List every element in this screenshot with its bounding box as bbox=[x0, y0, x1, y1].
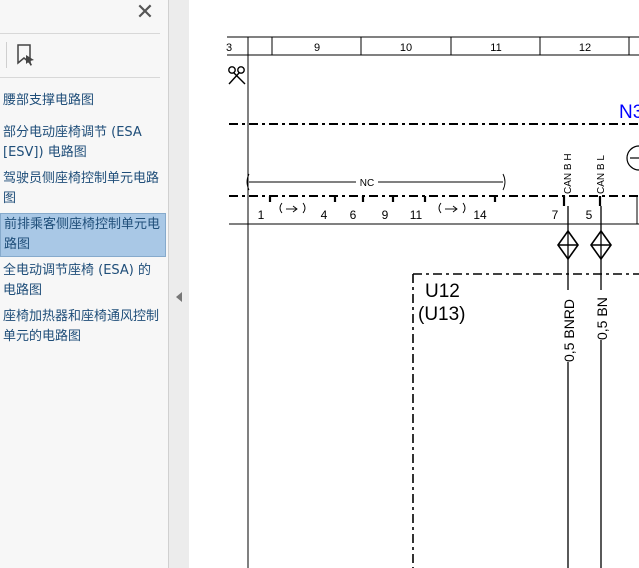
grid-number: 12 bbox=[579, 42, 591, 54]
grid-number: 3 bbox=[226, 42, 232, 54]
pin-ticks bbox=[268, 196, 602, 206]
scissors-icon bbox=[228, 66, 246, 85]
pin-number: 1 bbox=[258, 208, 265, 222]
bookmarks-panel: ✕ 腰部支撑电路图 部分电动座椅调节 (ESA [ESV]) 电路图 驾驶员侧座… bbox=[0, 0, 169, 568]
bookmark-item-lumbar-support[interactable]: 腰部支撑电路图 bbox=[0, 90, 166, 112]
can-label-high: CAN B H bbox=[563, 153, 574, 194]
nc-bracket bbox=[246, 173, 506, 191]
pin-number: 6 bbox=[350, 208, 357, 222]
pin-number: 11 bbox=[410, 208, 423, 222]
grid-number: 10 bbox=[400, 42, 412, 54]
wire-label: 0,5 BNRD bbox=[561, 299, 577, 362]
bookmark-item-partial-electric-seat[interactable]: 部分电动座椅调节 (ESA [ESV]) 电路图 bbox=[0, 122, 166, 164]
bookmark-item-passenger-seat-control[interactable]: 前排乘客侧座椅控制单元电路图 bbox=[0, 213, 166, 257]
bookmark-item-seat-heating-ventilation[interactable]: 座椅加热器和座椅通风控制单元的电路图 bbox=[0, 306, 166, 348]
pin-number: 9 bbox=[382, 208, 389, 222]
module-label: N3 bbox=[619, 102, 639, 123]
grid-number: 11 bbox=[490, 42, 501, 54]
pin-number: 7 bbox=[552, 208, 559, 222]
wiring-diagram: 3 9 10 11 12 NC 1 4 6 9 11 14 7 5 CAN B … bbox=[226, 36, 639, 568]
pin-number: 4 bbox=[321, 208, 328, 222]
close-icon[interactable]: ✕ bbox=[134, 2, 156, 24]
wires bbox=[567, 206, 602, 568]
can-label-low: CAN B L bbox=[596, 155, 607, 194]
bookmark-icon bbox=[17, 44, 34, 66]
twisted-pair-symbol bbox=[557, 229, 612, 261]
divider bbox=[0, 77, 160, 78]
document-page: 3 9 10 11 12 NC 1 4 6 9 11 14 7 5 CAN B … bbox=[189, 0, 639, 568]
bookmark-item-full-electric-seat[interactable]: 全电动调节座椅 (ESA) 的电路图 bbox=[0, 260, 166, 302]
collapse-panel-arrow-icon[interactable] bbox=[176, 292, 182, 302]
pin-number: 14 bbox=[473, 208, 487, 222]
component-alt-label: (U13) bbox=[418, 304, 466, 325]
panel-splitter[interactable] bbox=[169, 0, 189, 568]
divider bbox=[6, 42, 7, 68]
pin-number: 5 bbox=[586, 208, 593, 222]
grid-number: 9 bbox=[314, 42, 320, 54]
nc-label: NC bbox=[360, 178, 374, 189]
wire-label: 0,5 BN bbox=[594, 297, 610, 340]
bookmark-options-button[interactable] bbox=[15, 43, 37, 67]
bookmark-item-driver-seat-control[interactable]: 驾驶员侧座椅控制单元电路图 bbox=[0, 168, 166, 210]
divider bbox=[0, 33, 160, 34]
grid-header bbox=[227, 36, 639, 568]
component-label: U12 bbox=[425, 281, 460, 302]
bridge-symbol bbox=[279, 202, 466, 214]
